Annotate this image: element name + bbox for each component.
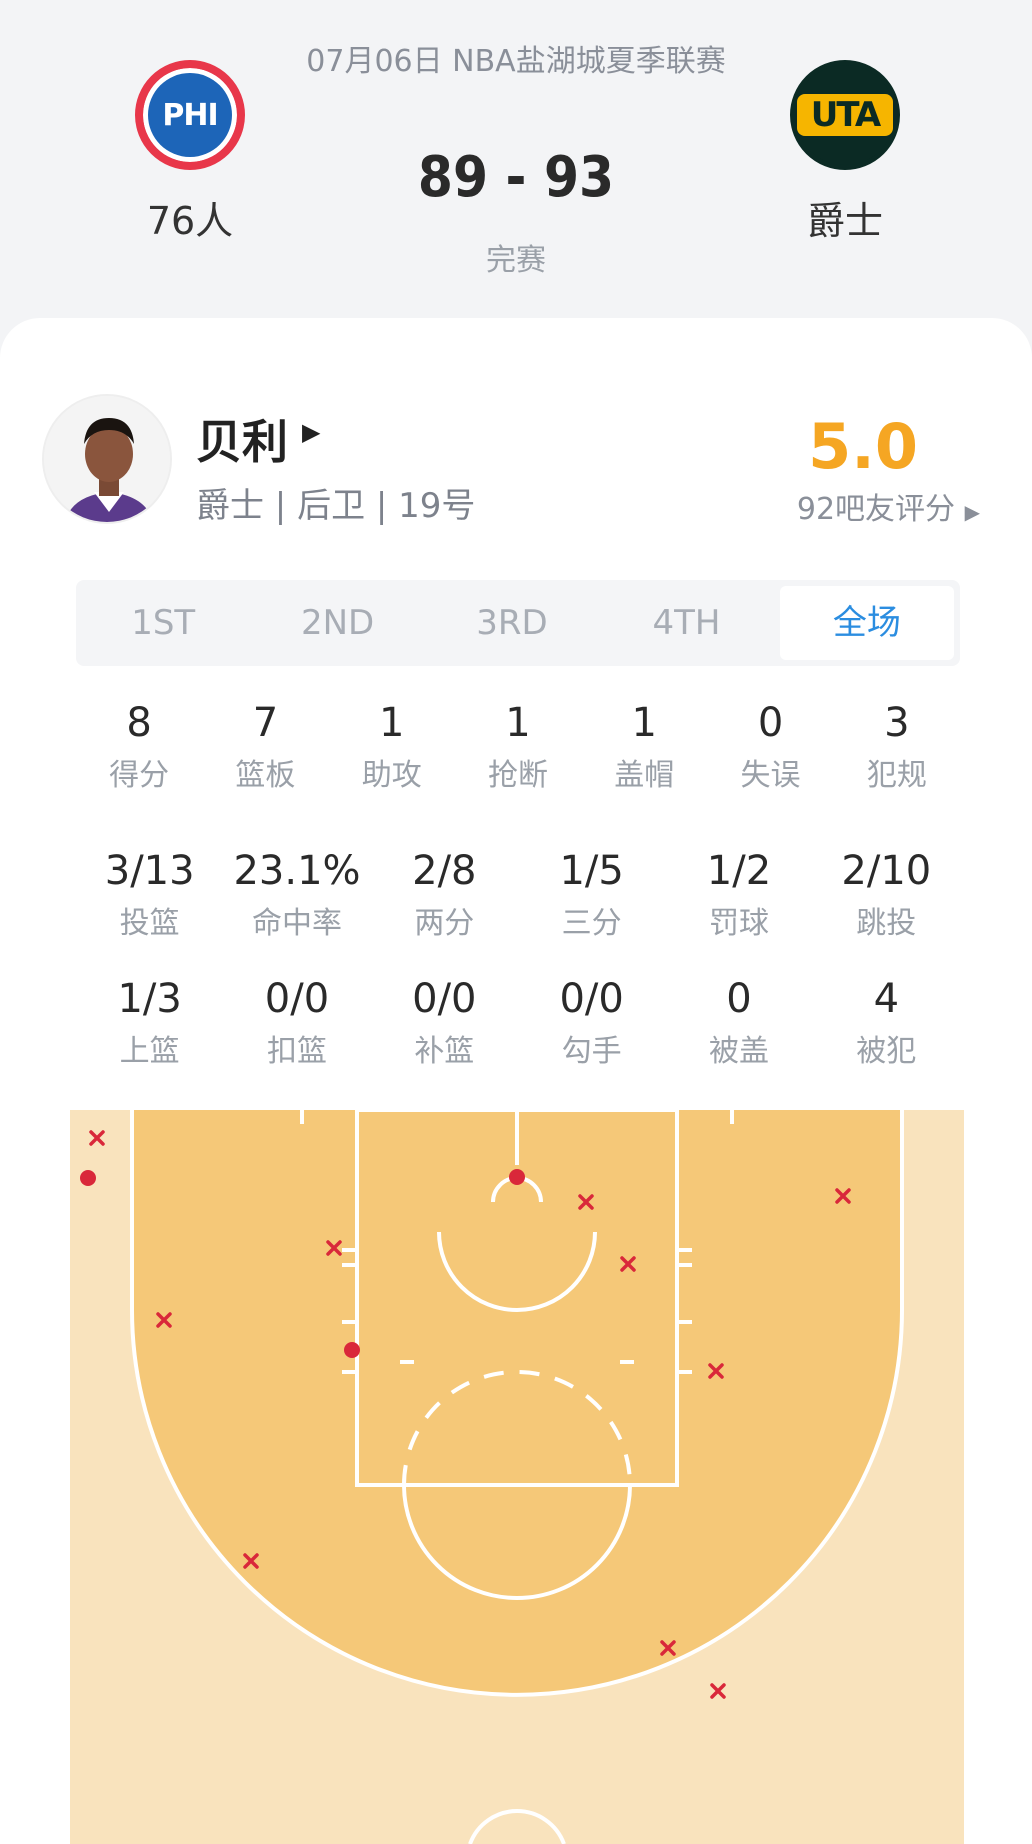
stat-layup: 1/3 上篮 — [76, 976, 223, 1104]
shooting-row-2: 1/3 上篮 0/0 扣篮 0/0 补篮 0/0 勾手 0 被盖 4 被犯 — [76, 976, 960, 1104]
stat-label: 勾手 — [561, 1034, 622, 1069]
stat-3pt: 1/5 三分 — [518, 848, 665, 976]
stat-label: 犯规 — [866, 758, 927, 793]
home-team-name: 76人 — [146, 199, 234, 243]
play-arrow-icon[interactable]: ▶ — [302, 418, 320, 446]
stat-fg: 3/13 投篮 — [76, 848, 223, 976]
stat-value: 23.1% — [233, 848, 361, 894]
stat-value: 7 — [252, 700, 279, 746]
stat-2pt: 2/8 两分 — [371, 848, 518, 976]
tab-3rd[interactable]: 3RD — [425, 580, 599, 666]
uta-logo-icon: UTA — [790, 60, 900, 170]
stat-fouls: 3 犯规 — [834, 700, 960, 794]
stat-blocked: 0 被盖 — [665, 976, 812, 1104]
stat-dunk: 0/0 扣篮 — [223, 976, 370, 1104]
rating-link[interactable]: 92吧友评分 ▶ — [797, 484, 980, 528]
stat-value: 3 — [884, 700, 910, 746]
stat-rebounds: 7 篮板 — [202, 700, 328, 794]
stat-label: 被犯 — [856, 1034, 917, 1069]
stat-steals: 1 抢断 — [455, 700, 581, 794]
stat-label: 上篮 — [119, 1034, 180, 1069]
stat-value: 0 — [757, 700, 784, 746]
tab-4th[interactable]: 4TH — [599, 580, 773, 666]
stat-label: 扣篮 — [266, 1034, 327, 1069]
stat-label: 两分 — [414, 906, 475, 941]
stat-label: 篮板 — [235, 758, 296, 793]
match-title: 07月06日 NBA盐湖城夏季联赛 — [306, 44, 726, 79]
stat-assists: 1 助攻 — [329, 700, 455, 794]
player-rating: 5.0 — [808, 410, 918, 483]
stat-label: 失误 — [740, 758, 801, 793]
player-avatar[interactable] — [42, 394, 172, 524]
game-header: PHI 76人 07月06日 NBA盐湖城夏季联赛 89 - 93 完赛 UTA… — [0, 0, 1032, 320]
game-status: 完赛 — [486, 243, 546, 278]
rating-label: 92吧友评分 — [796, 492, 956, 527]
stat-blocks: 1 盖帽 — [581, 700, 707, 794]
period-tabs: 1ST 2ND 3RD 4TH 全场 — [76, 580, 960, 666]
stat-value: 1/3 — [117, 976, 182, 1022]
stat-fouled: 4 被犯 — [813, 976, 960, 1104]
phi-logo-icon: PHI — [135, 60, 245, 170]
stat-value: 2/8 — [412, 848, 477, 894]
player-card: 贝利 ▶ 爵士 | 后卫 | 19号 5.0 92吧友评分 ▶ 1ST 2ND … — [0, 318, 1032, 1844]
stat-label: 补篮 — [414, 1034, 475, 1069]
stat-value: 3/13 — [104, 848, 195, 894]
stat-value: 0/0 — [412, 976, 477, 1022]
shooting-row-1: 3/13 投篮 23.1% 命中率 2/8 两分 1/5 三分 1/2 罚球 2… — [76, 848, 960, 976]
chevron-right-icon: ▶ — [964, 500, 980, 524]
player-name[interactable]: 贝利 — [196, 406, 288, 472]
stat-turnovers: 0 失误 — [707, 700, 833, 794]
home-team[interactable]: PHI 76人 — [90, 60, 290, 245]
stat-label: 抢断 — [487, 758, 548, 793]
stat-jumpshot: 2/10 跳投 — [813, 848, 960, 976]
tab-2nd[interactable]: 2ND — [250, 580, 424, 666]
shooting-stats: 3/13 投篮 23.1% 命中率 2/8 两分 1/5 三分 1/2 罚球 2… — [76, 848, 960, 1104]
stat-value: 0 — [726, 976, 752, 1022]
stat-value: 4 — [873, 976, 900, 1022]
stat-label: 盖帽 — [614, 758, 675, 793]
stat-value: 1 — [631, 700, 657, 746]
stat-tipin: 0/0 补篮 — [371, 976, 518, 1104]
player-meta: 爵士 | 后卫 | 19号 — [196, 486, 476, 526]
stat-label: 罚球 — [708, 906, 769, 941]
stat-value: 1 — [505, 700, 531, 746]
stat-value: 0/0 — [559, 976, 624, 1022]
stat-ft: 1/2 罚球 — [665, 848, 812, 976]
stat-label: 被盖 — [708, 1034, 769, 1069]
stat-value: 0/0 — [264, 976, 330, 1022]
stat-label: 投篮 — [119, 906, 180, 941]
stat-label: 跳投 — [856, 906, 917, 941]
stat-label: 三分 — [561, 906, 622, 941]
stat-label: 得分 — [109, 758, 170, 793]
shot-chart — [70, 1110, 964, 1844]
stat-value: 8 — [126, 700, 152, 746]
stat-value: 1/2 — [706, 848, 772, 894]
stat-value: 1 — [378, 700, 405, 746]
stat-value: 2/10 — [841, 848, 932, 894]
made-shot[interactable] — [80, 1170, 96, 1186]
stat-value: 1/5 — [559, 848, 624, 894]
away-team-name: 爵士 — [806, 199, 883, 243]
stat-label: 命中率 — [251, 906, 342, 941]
away-team[interactable]: UTA 爵士 — [745, 60, 945, 245]
stat-label: 助攻 — [361, 758, 422, 793]
tab-1st[interactable]: 1ST — [76, 580, 250, 666]
stat-points: 8 得分 — [76, 700, 202, 794]
tab-full-game[interactable]: 全场 — [779, 586, 955, 660]
player-photo-icon — [44, 396, 170, 522]
game-score: 89 - 93 — [417, 145, 615, 210]
made-shot[interactable] — [344, 1342, 360, 1358]
basic-stats: 8 得分 7 篮板 1 助攻 1 抢断 1 盖帽 0 失误 3 犯规 — [76, 700, 960, 794]
stat-hook: 0/0 勾手 — [518, 976, 665, 1104]
made-shot[interactable] — [509, 1169, 525, 1185]
stat-fg-pct: 23.1% 命中率 — [223, 848, 370, 976]
